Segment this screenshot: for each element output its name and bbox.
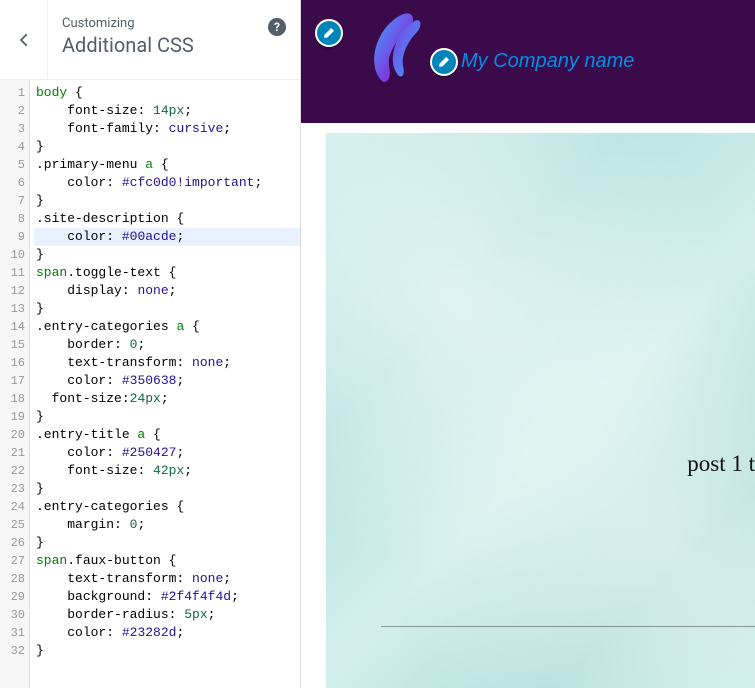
code-line[interactable]: font-size:24px; — [34, 390, 300, 408]
code-line[interactable]: .entry-categories a { — [34, 318, 300, 336]
code-line[interactable]: color: #350638; — [34, 372, 300, 390]
preview-header: My Company name — [301, 0, 755, 123]
code-line[interactable]: border-radius: 5px; — [34, 606, 300, 624]
code-line[interactable]: display: none; — [34, 282, 300, 300]
code-line[interactable]: span.toggle-text { — [34, 264, 300, 282]
code-line[interactable]: } — [34, 300, 300, 318]
css-editor[interactable]: 1234567891011121314151617181920212223242… — [0, 80, 300, 688]
code-line[interactable]: color: #00acde; — [34, 228, 300, 246]
code-line[interactable]: body { — [34, 84, 300, 102]
code-line[interactable]: background: #2f4f4f4d; — [34, 588, 300, 606]
code-line[interactable]: } — [34, 642, 300, 660]
edit-shortcut-title[interactable] — [430, 48, 458, 76]
site-logo[interactable] — [359, 10, 427, 88]
code-line[interactable]: font-size: 14px; — [34, 102, 300, 120]
code-line[interactable]: } — [34, 246, 300, 264]
code-line[interactable]: } — [34, 534, 300, 552]
code-line[interactable]: .entry-categories { — [34, 498, 300, 516]
code-line[interactable]: } — [34, 480, 300, 498]
panel-title: Additional CSS — [62, 33, 288, 57]
code-line[interactable]: margin: 0; — [34, 516, 300, 534]
post-divider — [381, 626, 755, 627]
panel-subtitle: Customizing — [62, 16, 288, 31]
back-button[interactable] — [0, 0, 48, 79]
customizer-panel: Customizing Additional CSS ? 12345678910… — [0, 0, 301, 688]
code-line[interactable]: text-transform: none; — [34, 570, 300, 588]
pencil-icon — [437, 55, 451, 69]
code-line[interactable]: font-size: 42px; — [34, 462, 300, 480]
preview-body: post 1 t — [301, 123, 755, 688]
code-line[interactable]: .primary-menu a { — [34, 156, 300, 174]
code-line[interactable]: } — [34, 408, 300, 426]
code-line[interactable]: } — [34, 138, 300, 156]
code-line[interactable]: span.faux-button { — [34, 552, 300, 570]
editor-body[interactable]: body { font-size: 14px; font-family: cur… — [30, 80, 300, 688]
code-line[interactable]: border: 0; — [34, 336, 300, 354]
code-line[interactable]: font-family: cursive; — [34, 120, 300, 138]
panel-title-block: Customizing Additional CSS ? — [48, 0, 300, 79]
code-line[interactable]: } — [34, 192, 300, 210]
preview-content: post 1 t — [326, 133, 755, 688]
code-line[interactable]: .entry-title a { — [34, 426, 300, 444]
panel-header: Customizing Additional CSS ? — [0, 0, 300, 80]
post-title[interactable]: post 1 t — [687, 451, 755, 477]
code-line[interactable]: color: #23282d; — [34, 624, 300, 642]
code-line[interactable]: text-transform: none; — [34, 354, 300, 372]
chevron-left-icon — [15, 31, 33, 49]
pencil-icon — [322, 26, 336, 40]
logo-icon — [359, 10, 427, 88]
site-title-link[interactable]: My Company name — [461, 50, 634, 73]
editor-gutter: 1234567891011121314151617181920212223242… — [0, 80, 30, 688]
site-preview: My Company name post 1 t — [301, 0, 755, 688]
code-line[interactable]: color: #cfc0d0!important; — [34, 174, 300, 192]
help-button[interactable]: ? — [268, 18, 286, 36]
code-line[interactable]: .site-description { — [34, 210, 300, 228]
code-line[interactable]: color: #250427; — [34, 444, 300, 462]
edit-shortcut-header[interactable] — [315, 19, 343, 47]
